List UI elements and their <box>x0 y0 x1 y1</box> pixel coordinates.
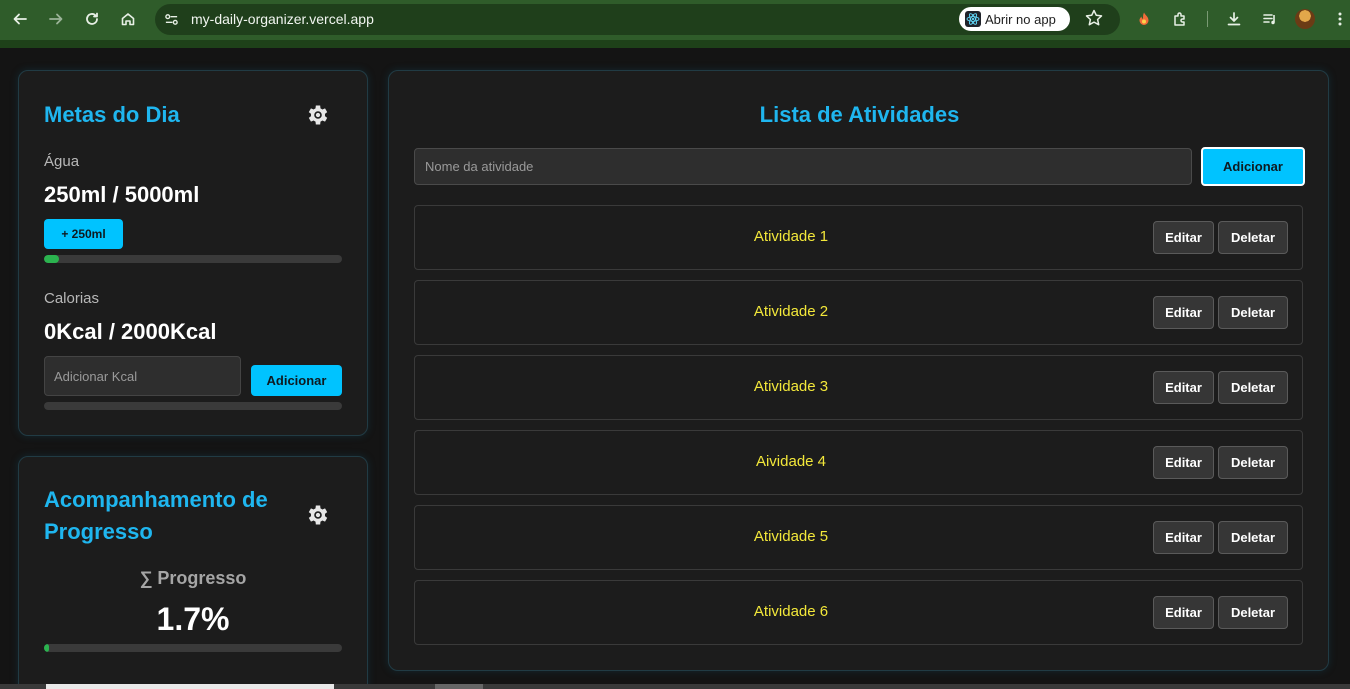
delete-activity-button[interactable]: Deletar <box>1218 596 1288 629</box>
back-icon[interactable] <box>8 7 32 31</box>
delete-activity-button[interactable]: Deletar <box>1218 296 1288 329</box>
progresso-label: ∑ Progresso <box>139 568 247 588</box>
kcal-input[interactable] <box>44 356 241 396</box>
metas-title: Metas do Dia <box>44 102 180 127</box>
add-activity-button[interactable]: Adicionar <box>1201 147 1305 186</box>
forward-icon[interactable] <box>44 7 68 31</box>
profile-avatar[interactable] <box>1295 9 1315 29</box>
activity-name: Atividade 3 <box>753 378 829 395</box>
edit-activity-button[interactable]: Editar <box>1153 596 1214 629</box>
activity-row: Atividade 2 Editar Deletar <box>414 280 1303 345</box>
edit-activity-button[interactable]: Editar <box>1153 221 1214 254</box>
agua-value: 250ml / 5000ml <box>44 182 200 207</box>
toolbar-separator <box>1207 11 1208 27</box>
url-text[interactable]: my-daily-organizer.vercel.app <box>191 11 374 27</box>
edit-activity-button[interactable]: Editar <box>1153 371 1214 404</box>
edit-activity-button[interactable]: Editar <box>1153 296 1214 329</box>
taskbar-segment <box>435 684 483 689</box>
metas-card: Metas do Dia Água 250ml / 5000ml + 250ml… <box>18 70 368 436</box>
progresso-title: Acompanhamento de Progresso <box>44 487 268 544</box>
bottom-scroll-strip <box>0 684 1350 689</box>
open-in-app-label: Abrir no app <box>985 11 1056 27</box>
download-icon[interactable] <box>1222 7 1246 31</box>
activity-row: Aividade 4 Editar Deletar <box>414 430 1303 495</box>
atividades-title: Lista de Atividades <box>759 102 960 127</box>
activity-row: Atividade 6 Editar Deletar <box>414 580 1303 645</box>
menu-kebab-icon[interactable] <box>1328 7 1350 31</box>
progresso-card: Acompanhamento de Progresso ∑ Progresso … <box>18 456 368 689</box>
extension-fire-icon[interactable] <box>1132 7 1156 31</box>
home-icon[interactable] <box>116 7 140 31</box>
activity-name: Atividade 6 <box>753 603 829 620</box>
toolbar-bottom-bar <box>0 40 1350 48</box>
activity-name: Atividade 5 <box>753 528 829 545</box>
activity-name: Atividade 2 <box>753 303 829 320</box>
activity-name-input[interactable] <box>414 148 1192 185</box>
activity-name: Aividade 4 <box>755 453 827 470</box>
browser-toolbar: my-daily-organizer.vercel.app Abrir no a… <box>0 0 1350 40</box>
activity-name: Atividade 1 <box>753 228 829 245</box>
edit-activity-button[interactable]: Editar <box>1153 446 1214 479</box>
activity-row: Atividade 5 Editar Deletar <box>414 505 1303 570</box>
progresso-bar <box>44 644 342 652</box>
agua-label: Água <box>44 153 80 170</box>
progresso-fill <box>44 644 50 652</box>
activity-row: Atividade 3 Editar Deletar <box>414 355 1303 420</box>
delete-activity-button[interactable]: Deletar <box>1218 221 1288 254</box>
reload-icon[interactable] <box>80 7 104 31</box>
calorias-label: Calorias <box>44 290 100 307</box>
add-kcal-button[interactable]: Adicionar <box>251 365 342 396</box>
settings-gear-icon[interactable] <box>305 102 331 128</box>
calorias-value: 0Kcal / 2000Kcal <box>44 319 217 344</box>
agua-progress-bar <box>44 255 342 263</box>
site-settings-icon[interactable] <box>164 12 179 27</box>
bookmark-star-icon[interactable] <box>1084 8 1104 28</box>
edit-activity-button[interactable]: Editar <box>1153 521 1214 554</box>
open-in-app-button[interactable]: Abrir no app <box>959 7 1070 31</box>
delete-activity-button[interactable]: Deletar <box>1218 446 1288 479</box>
taskbar-segment <box>46 684 334 689</box>
delete-activity-button[interactable]: Deletar <box>1218 371 1288 404</box>
extensions-puzzle-icon[interactable] <box>1168 7 1192 31</box>
activity-row: Atividade 1 Editar Deletar <box>414 205 1303 270</box>
progresso-value: 1.7% <box>156 601 230 637</box>
add-water-button[interactable]: + 250ml <box>44 219 123 249</box>
delete-activity-button[interactable]: Deletar <box>1218 521 1288 554</box>
agua-progress-fill <box>44 255 59 263</box>
media-queue-icon[interactable] <box>1258 7 1282 31</box>
react-icon <box>965 11 981 27</box>
calorias-progress-bar <box>44 402 342 410</box>
settings-gear-icon[interactable] <box>305 502 331 528</box>
